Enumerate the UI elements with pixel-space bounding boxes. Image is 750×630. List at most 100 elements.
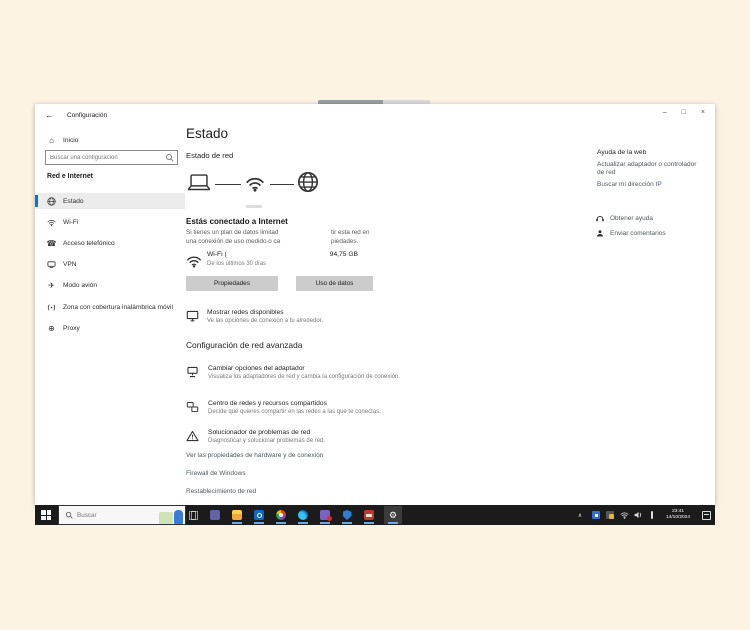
- wifi-connection-icon: [186, 254, 202, 268]
- window-title: Configuración: [67, 112, 108, 119]
- action-center-glyph: [701, 510, 711, 520]
- sidebar-item-dialup[interactable]: ☎ Acceso telefónico: [35, 235, 185, 251]
- windows-logo-icon: [41, 510, 46, 515]
- network-globe-icon: [47, 196, 56, 206]
- network-name: Wi-Fi (: [207, 251, 227, 258]
- shield-glyph: [342, 510, 352, 520]
- sidebar-item-label: Acceso telefónico: [63, 239, 115, 247]
- mobile-hotspot-icon: [47, 303, 56, 312]
- tray-wifi-icon[interactable]: [619, 510, 629, 520]
- advanced-item-description: Decide qué quieres compartir en las rede…: [208, 409, 381, 415]
- edge-glyph: [298, 510, 308, 520]
- internet-globe-icon: [297, 171, 319, 193]
- teams-chat-glyph: [320, 510, 332, 521]
- advanced-item-title[interactable]: Solucionador de problemas de red: [208, 429, 310, 436]
- settings-app-icon[interactable]: ⚙: [384, 506, 402, 524]
- gear-icon: ⚙: [388, 509, 398, 520]
- network-reset-link[interactable]: Restablecimiento de red: [186, 488, 256, 495]
- chrome-icon[interactable]: [272, 506, 290, 524]
- tray-clock[interactable]: 23:41 14/10/2024: [658, 509, 698, 521]
- show-networks-title[interactable]: Mostrar redes disponibles: [207, 309, 284, 316]
- advanced-item-title[interactable]: Cambiar opciones del adaptador: [208, 365, 305, 372]
- sidebar-item-airplane-mode[interactable]: ✈ Modo avión: [35, 277, 185, 293]
- advanced-settings-header: Configuración de red avanzada: [186, 340, 303, 350]
- edge-icon[interactable]: [294, 506, 312, 524]
- sidebar-item-label: Zona con cobertura inalámbrica móvil: [63, 303, 173, 311]
- minimize-icon[interactable]: –: [663, 109, 667, 116]
- desktop-background: ← Configuración – □ × ⌂ Inicio Red e Int…: [0, 0, 750, 630]
- sidebar-item-home[interactable]: ⌂ Inicio: [35, 132, 185, 148]
- hardware-properties-link[interactable]: Ver las propiedades de hardware y de con…: [186, 452, 323, 459]
- taskbar-search: [58, 505, 186, 525]
- folder-glyph: [232, 510, 242, 520]
- feedback-icon: [595, 229, 605, 238]
- selection-accent-bar: [35, 195, 38, 207]
- sidebar-item-wifi[interactable]: Wi-Fi: [35, 214, 185, 230]
- sidebar-item-vpn[interactable]: VPN: [35, 256, 185, 272]
- file-explorer-icon[interactable]: [228, 506, 246, 524]
- get-help-icon: [595, 214, 605, 223]
- teams-icon[interactable]: [206, 506, 224, 524]
- settings-search-input[interactable]: [46, 154, 165, 161]
- sidebar-item-proxy[interactable]: ⊕ Proxy: [35, 320, 185, 336]
- taskbar-search-input[interactable]: [77, 511, 157, 519]
- tray-pen-icon[interactable]: [647, 510, 657, 520]
- show-networks-icon: [186, 310, 199, 322]
- tray-app2-icon[interactable]: [605, 510, 615, 520]
- sidebar-item-label: VPN: [63, 260, 77, 268]
- usage-period: De los últimos 30 días: [207, 261, 267, 267]
- maximize-icon[interactable]: □: [682, 109, 686, 116]
- search-highlight-image[interactable]: [159, 512, 173, 524]
- windows-firewall-link[interactable]: Firewall de Windows: [186, 470, 246, 477]
- airplane-icon: ✈: [48, 280, 55, 290]
- description-line: piedades.: [331, 238, 359, 245]
- task-view-glyph: [188, 510, 198, 520]
- update-adapter-link[interactable]: Actualizar adaptador o controlador de re…: [597, 161, 702, 178]
- windows-logo-icon: [41, 515, 46, 520]
- red-app-icon[interactable]: [360, 506, 378, 524]
- back-button[interactable]: ←: [45, 110, 54, 120]
- outlook-icon[interactable]: [250, 506, 268, 524]
- start-button[interactable]: [41, 510, 51, 520]
- pen-glyph: [651, 511, 653, 519]
- laptop-icon: [186, 170, 212, 196]
- close-icon[interactable]: ×: [701, 109, 705, 116]
- tray-chevron-up-icon[interactable]: ∧: [575, 510, 585, 520]
- search-highlight-image[interactable]: [174, 510, 183, 524]
- sidebar-item-label: Modo avión: [63, 281, 98, 289]
- tray-volume-icon[interactable]: [633, 510, 643, 520]
- proxy-globe-icon: ⊕: [48, 323, 55, 333]
- properties-button[interactable]: Propiedades: [186, 276, 278, 291]
- search-icon[interactable]: [165, 153, 174, 162]
- send-feedback-link[interactable]: Enviar comentarios: [610, 230, 666, 237]
- tray-app2-glyph: [606, 511, 614, 519]
- advanced-item-description: Visualiza los adaptadores de red y cambi…: [208, 374, 401, 380]
- find-ip-link[interactable]: Buscar mi dirección IP: [597, 181, 662, 188]
- connection-headline: Estás conectado a Internet: [186, 217, 288, 226]
- home-icon: ⌂: [49, 135, 54, 145]
- tray-app2-badge: [609, 514, 614, 519]
- security-shield-icon[interactable]: [338, 506, 356, 524]
- tray-app1-icon[interactable]: [591, 510, 601, 520]
- wifi-icon: [47, 218, 56, 227]
- redacted-network-name: [246, 205, 262, 208]
- data-usage-button[interactable]: Uso de datos: [296, 276, 373, 291]
- clock-date: 14/10/2024: [665, 515, 690, 521]
- sidebar-item-estado[interactable]: Estado: [35, 193, 185, 209]
- teams-glyph: [210, 510, 220, 520]
- action-center-line: [703, 513, 709, 515]
- outlook-glyph: [254, 510, 264, 520]
- teams-chat-icon[interactable]: [316, 506, 334, 524]
- outlook-ring: [256, 512, 262, 518]
- advanced-item-title[interactable]: Centro de redes y recursos compartidos: [208, 400, 327, 407]
- windows-logo-icon: [46, 510, 51, 515]
- warning-triangle-icon: [186, 430, 199, 442]
- sidebar-item-hotspot[interactable]: Zona con cobertura inalámbrica móvil: [35, 299, 185, 315]
- action-center-icon[interactable]: [701, 510, 711, 520]
- chrome-center: [279, 513, 283, 517]
- connection-description-left: Si tienes un plan de datos limitad una c…: [186, 228, 280, 246]
- task-view-icon[interactable]: [184, 506, 202, 524]
- connection-line: [270, 184, 294, 185]
- settings-window: ← Configuración – □ × ⌂ Inicio Red e Int…: [35, 104, 715, 505]
- get-help-link[interactable]: Obtener ayuda: [610, 215, 653, 222]
